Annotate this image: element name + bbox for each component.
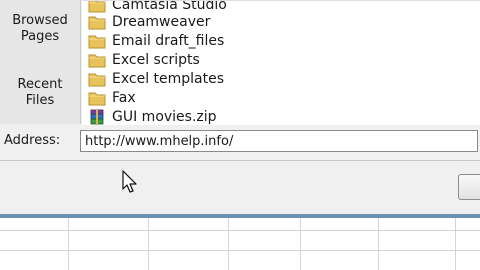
folder-icon xyxy=(88,92,106,105)
file-name: Dreamweaver xyxy=(112,13,211,30)
grid-column-line xyxy=(228,218,229,270)
file-list[interactable]: Camtasia Studio Dreamweaver Email draft_… xyxy=(82,0,480,125)
divider xyxy=(0,160,480,161)
mouse-cursor-icon xyxy=(122,170,137,193)
places-recent-files-label-1: Recent xyxy=(17,77,63,92)
grid-row-line xyxy=(0,250,480,251)
places-recent-files-label-2: Files xyxy=(25,93,55,108)
places-recent-files[interactable]: Recent Files xyxy=(0,77,80,109)
grid-column-line xyxy=(378,218,379,270)
file-name: Camtasia Studio xyxy=(112,0,227,13)
zip-archive-icon xyxy=(90,109,104,124)
dialog-button-partial[interactable] xyxy=(458,174,480,200)
file-name: Fax xyxy=(112,89,136,106)
file-dialog: Browsed Pages Recent Files Camtasia Stud… xyxy=(0,0,480,218)
file-item[interactable]: Fax xyxy=(88,88,136,107)
file-item[interactable]: Excel templates xyxy=(88,69,224,88)
places-bar: Browsed Pages Recent Files xyxy=(0,0,81,124)
spreadsheet-grid[interactable] xyxy=(0,218,480,270)
grid-column-line xyxy=(68,218,69,270)
grid-column-line xyxy=(455,218,456,270)
grid-column-line xyxy=(300,218,301,270)
file-item[interactable]: Excel scripts xyxy=(88,50,200,69)
file-item[interactable]: Email draft_files xyxy=(88,31,224,50)
places-browsed-pages-label-1: Browsed xyxy=(12,13,68,28)
grid-row-line xyxy=(0,230,480,231)
file-name: Excel scripts xyxy=(112,51,200,68)
file-item[interactable]: Dreamweaver xyxy=(88,12,210,31)
folder-icon xyxy=(88,35,106,48)
folder-icon xyxy=(88,54,106,67)
folder-icon xyxy=(88,16,106,29)
address-label: Address: xyxy=(4,133,61,148)
folder-icon xyxy=(88,1,106,12)
address-input[interactable] xyxy=(80,130,478,152)
folder-icon xyxy=(88,73,106,86)
places-browsed-pages[interactable]: Browsed Pages xyxy=(0,13,80,45)
file-name: Excel templates xyxy=(112,70,225,87)
grid-column-line xyxy=(148,218,149,270)
file-name: Email draft_files xyxy=(112,32,225,49)
file-item[interactable]: GUI movies.zip xyxy=(88,107,217,125)
file-name: GUI movies.zip xyxy=(112,108,217,125)
places-browsed-pages-label-2: Pages xyxy=(20,29,60,44)
